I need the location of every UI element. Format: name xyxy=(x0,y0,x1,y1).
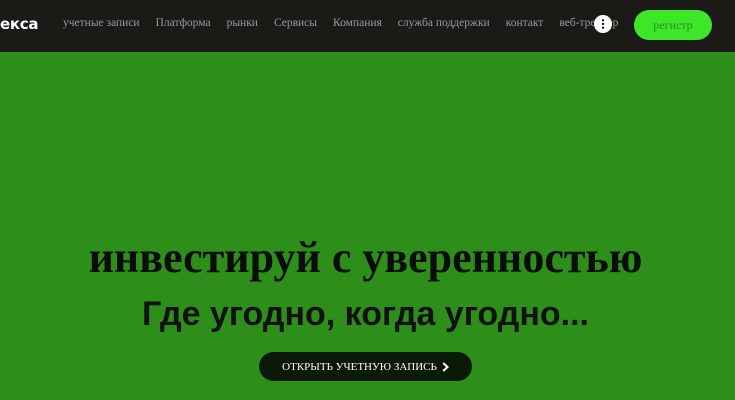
nav-item-markets[interactable]: рынки xyxy=(227,17,258,29)
vertical-dots-icon xyxy=(601,19,605,29)
main-nav: учетные записи Платформа рынки Сервисы К… xyxy=(63,17,618,29)
nav-item-contact[interactable]: контакт xyxy=(506,17,544,29)
nav-item-company[interactable]: Компания xyxy=(333,17,382,29)
nav-item-platform[interactable]: Платформа xyxy=(156,17,211,29)
top-navbar: екса учетные записи Платформа рынки Серв… xyxy=(0,0,735,52)
nav-item-services[interactable]: Сервисы xyxy=(274,17,317,29)
logo[interactable]: екса xyxy=(0,15,38,33)
nav-item-accounts[interactable]: учетные записи xyxy=(63,17,140,29)
hero-subtitle: Где угодно, когда угодно... xyxy=(142,295,589,333)
open-account-button[interactable]: ОТКРЫТЬ УЧЕТНУЮ ЗАПИСЬ xyxy=(259,352,472,381)
register-button[interactable]: регистр xyxy=(634,10,712,40)
open-account-label: ОТКРЫТЬ УЧЕТНУЮ ЗАПИСЬ xyxy=(282,360,437,373)
nav-item-support[interactable]: служба поддержки xyxy=(398,17,490,29)
more-menu-button[interactable] xyxy=(594,15,612,33)
hero-title: инвестируй с уверенностью xyxy=(88,233,643,282)
chevron-right-icon xyxy=(442,361,449,372)
